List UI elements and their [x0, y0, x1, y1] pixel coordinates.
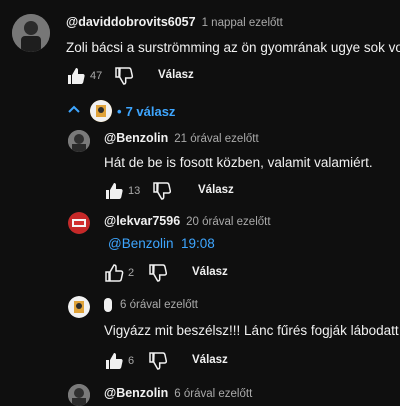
replies-toggle[interactable]: • 7 válasz: [66, 100, 175, 122]
dot-separator-icon: •: [117, 103, 122, 119]
reply-button[interactable]: Válasz: [192, 354, 228, 366]
reply-time: 6 órával ezelőtt: [174, 388, 253, 400]
comment-author[interactable]: @daviddobrovits6057 1 nappal ezelőtt: [66, 15, 283, 29]
avatar[interactable]: [68, 212, 90, 234]
avatar[interactable]: [68, 384, 90, 406]
dislike-icon[interactable]: [152, 181, 172, 206]
author-name[interactable]: @lekvar7596: [104, 214, 180, 228]
avatar[interactable]: [68, 130, 90, 152]
reply-text: Hát de be is fosott közben, valamit vala…: [104, 155, 373, 170]
dislike-icon[interactable]: [114, 66, 134, 91]
dislike-icon[interactable]: [148, 263, 168, 288]
like-icon[interactable]: [104, 263, 124, 288]
reply-time: 20 órával ezelőtt: [186, 216, 271, 228]
like-count: 6: [128, 355, 135, 367]
like-icon[interactable]: [104, 351, 124, 376]
reply-time: 21 órával ezelőtt: [174, 133, 259, 145]
like-icon[interactable]: [66, 66, 86, 91]
like-count: 47: [90, 70, 103, 82]
replies-count: 7 válasz: [125, 103, 176, 119]
dislike-icon[interactable]: [148, 351, 168, 376]
creator-avatar: [90, 100, 112, 122]
reply-time: 6 órával ezelőtt: [120, 299, 198, 311]
reply-button[interactable]: Válasz: [198, 184, 234, 196]
reply-author[interactable]: @Benzolin 21 órával ezelőtt: [104, 131, 259, 145]
reply-author[interactable]: 6 órával ezelőtt: [104, 298, 198, 312]
author-name[interactable]: @daviddobrovits6057: [66, 15, 196, 29]
avatar[interactable]: [68, 296, 90, 318]
reply-author[interactable]: @Benzolin 6 órával ezelőtt: [104, 386, 252, 400]
reply-button[interactable]: Válasz: [192, 266, 228, 278]
reply-button[interactable]: Válasz: [158, 69, 194, 81]
avatar[interactable]: [12, 14, 50, 52]
like-count: 2: [128, 267, 135, 279]
author-name-redacted[interactable]: [104, 298, 112, 312]
mention-link[interactable]: @Benzolin: [108, 236, 174, 251]
comment-time: 1 nappal ezelőtt: [201, 17, 283, 29]
reply-author[interactable]: @lekvar7596 20 órával ezelőtt: [104, 214, 271, 228]
chevron-up-icon: [66, 102, 82, 121]
author-name[interactable]: @Benzolin: [104, 386, 168, 400]
like-icon[interactable]: [104, 181, 124, 206]
reply-text: @Benzolin 19:08: [108, 236, 215, 251]
reply-text: Vigyázz mit beszélsz!!! Lánc fűrés fogjá…: [104, 323, 399, 338]
comment-text: Zoli bácsi a surströmming az ön gyomrána…: [66, 40, 400, 55]
like-count: 13: [128, 185, 141, 197]
author-name[interactable]: @Benzolin: [104, 131, 168, 145]
timestamp-link[interactable]: 19:08: [181, 236, 215, 251]
